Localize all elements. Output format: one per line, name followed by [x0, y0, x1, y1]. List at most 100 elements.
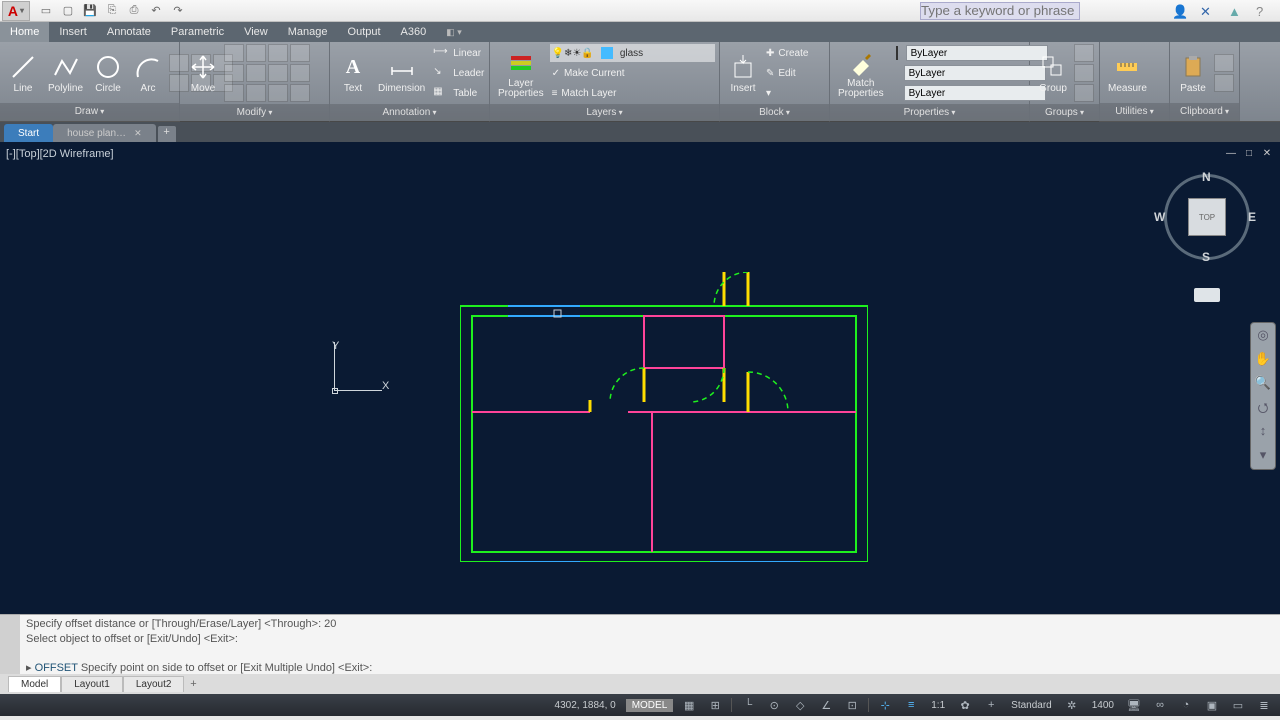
tab-featured-dropdown[interactable]: ◧ ▾: [436, 22, 472, 42]
scale-button[interactable]: 1:1: [927, 700, 949, 711]
exchange-icon[interactable]: ✕: [1200, 4, 1218, 18]
maximize-icon[interactable]: □: [1242, 148, 1256, 160]
panel-title-modify[interactable]: Modify: [180, 104, 329, 122]
customize-icon[interactable]: ≣: [1254, 697, 1274, 713]
orbit-icon[interactable]: ⭯: [1254, 399, 1272, 417]
viewcube[interactable]: TOP N S E W: [1162, 172, 1252, 262]
tab-annotate[interactable]: Annotate: [97, 22, 161, 42]
nav-dropdown-icon[interactable]: ▾: [1254, 447, 1272, 465]
zoom-icon[interactable]: 🔍: [1254, 375, 1272, 393]
isodraft-icon[interactable]: ◇: [790, 697, 810, 713]
line-button[interactable]: Line: [4, 50, 42, 96]
a360-icon[interactable]: ▲: [1228, 4, 1246, 18]
app-menu-button[interactable]: A▾: [2, 1, 30, 21]
lineweight-combo[interactable]: [890, 64, 1040, 82]
command-gutter[interactable]: [0, 615, 20, 674]
help-icon[interactable]: ?: [1256, 4, 1274, 18]
circle-button[interactable]: Circle: [89, 50, 127, 96]
plus-icon[interactable]: +: [981, 697, 1001, 713]
layout-tab-model[interactable]: Model: [8, 676, 61, 692]
open-icon[interactable]: ▢: [60, 3, 76, 19]
layer-properties-button[interactable]: Layer Properties: [494, 45, 548, 101]
close-viewport-icon[interactable]: ✕: [1260, 148, 1274, 160]
filetab-start[interactable]: Start: [4, 124, 53, 142]
move-button[interactable]: Move: [184, 50, 222, 96]
ucs-icon[interactable]: Y X: [330, 342, 400, 412]
linear-button[interactable]: ⟼Linear: [431, 44, 486, 62]
panel-title-draw[interactable]: Draw: [0, 103, 179, 121]
tab-home[interactable]: Home: [0, 22, 49, 42]
polar-icon[interactable]: ⊙: [764, 697, 784, 713]
viewcube-east[interactable]: E: [1248, 210, 1256, 224]
saveas-icon[interactable]: ⎘: [104, 3, 120, 19]
tab-parametric[interactable]: Parametric: [161, 22, 234, 42]
undo-icon[interactable]: ↶: [148, 3, 164, 19]
redo-icon[interactable]: ↷: [170, 3, 186, 19]
pan-icon[interactable]: ✋: [1254, 351, 1272, 369]
layout-tab-1[interactable]: Layout1: [61, 676, 123, 692]
ortho-icon[interactable]: └: [738, 697, 758, 713]
tab-a360[interactable]: A360: [391, 22, 437, 42]
filetab-drawing[interactable]: house plan…✕: [53, 124, 155, 142]
layer-dropdown[interactable]: 💡❄☀🔒glass: [550, 44, 715, 62]
drawing-canvas[interactable]: [-][Top][2D Wireframe] — □ ✕ TOP N S E W…: [0, 142, 1280, 614]
group-button[interactable]: Group: [1034, 50, 1072, 96]
minimize-icon[interactable]: —: [1224, 148, 1238, 160]
tab-manage[interactable]: Manage: [278, 22, 338, 42]
dimension-button[interactable]: Dimension: [374, 50, 429, 96]
linetype-combo[interactable]: [890, 84, 1040, 102]
viewcube-south[interactable]: S: [1202, 250, 1210, 264]
grid-icon[interactable]: ▦: [679, 697, 699, 713]
make-current-button[interactable]: ✓Make Current: [550, 64, 715, 82]
panel-title-properties[interactable]: Properties: [830, 104, 1029, 122]
monitor-icon[interactable]: 🖥: [1124, 697, 1144, 713]
panel-title-clipboard[interactable]: Clipboard: [1170, 103, 1239, 121]
create-block-button[interactable]: ✚Create: [764, 44, 810, 62]
viewcube-top-face[interactable]: TOP: [1188, 198, 1226, 236]
table-button[interactable]: ▦Table: [431, 84, 486, 102]
search-input[interactable]: [920, 2, 1080, 20]
hw-icon[interactable]: ∞: [1150, 697, 1170, 713]
group-flyouts[interactable]: [1074, 44, 1094, 102]
block-flyout[interactable]: ▾: [764, 84, 810, 102]
snap-icon[interactable]: ⊞: [705, 697, 725, 713]
command-history[interactable]: Specify offset distance or [Through/Eras…: [20, 615, 1280, 674]
close-icon[interactable]: ✕: [134, 128, 142, 139]
paste-button[interactable]: Paste: [1174, 50, 1212, 96]
panel-title-layers[interactable]: Layers: [490, 104, 719, 122]
clean-icon[interactable]: ▭: [1228, 697, 1248, 713]
wheel-icon[interactable]: ◎: [1254, 327, 1272, 345]
panel-title-block[interactable]: Block: [720, 104, 829, 122]
clipboard-flyouts[interactable]: [1214, 54, 1234, 92]
match-layer-button[interactable]: ≡Match Layer: [550, 84, 715, 102]
measure-button[interactable]: Measure: [1104, 50, 1151, 96]
filetab-new-button[interactable]: +: [158, 126, 176, 142]
anno-standard[interactable]: Standard: [1007, 700, 1056, 711]
status-model-button[interactable]: MODEL: [626, 699, 674, 712]
insert-button[interactable]: Insert: [724, 50, 762, 96]
viewcube-west[interactable]: W: [1154, 210, 1165, 224]
panel-title-groups[interactable]: Groups: [1030, 104, 1099, 122]
match-properties-button[interactable]: Match Properties: [834, 45, 888, 101]
viewcube-home-icon[interactable]: [1194, 288, 1220, 302]
viewport-label[interactable]: [-][Top][2D Wireframe]: [6, 148, 114, 160]
tab-insert[interactable]: Insert: [49, 22, 97, 42]
plot-icon[interactable]: ⎙: [126, 3, 142, 19]
arc-button[interactable]: Arc: [129, 50, 167, 96]
signin-icon[interactable]: 👤: [1172, 4, 1190, 18]
workspace-icon[interactable]: ✲: [1062, 697, 1082, 713]
panel-title-utilities[interactable]: Utilities: [1100, 103, 1169, 121]
cmd-active-line[interactable]: ▸ OFFSET Specify point on side to offset…: [26, 661, 1274, 676]
layout-tab-2[interactable]: Layout2: [123, 676, 185, 692]
tracking-icon[interactable]: ⊡: [842, 697, 862, 713]
dynamic-input-icon[interactable]: ⊹: [875, 697, 895, 713]
tab-output[interactable]: Output: [338, 22, 391, 42]
color-combo[interactable]: [890, 44, 1040, 62]
co-icon[interactable]: ◔: [1176, 697, 1196, 713]
tab-view[interactable]: View: [234, 22, 278, 42]
layout-tab-new[interactable]: +: [184, 678, 202, 690]
modify-flyout-icons[interactable]: [224, 44, 310, 102]
edit-block-button[interactable]: ✎Edit: [764, 64, 810, 82]
polyline-button[interactable]: Polyline: [44, 50, 87, 96]
text-button[interactable]: AText: [334, 50, 372, 96]
